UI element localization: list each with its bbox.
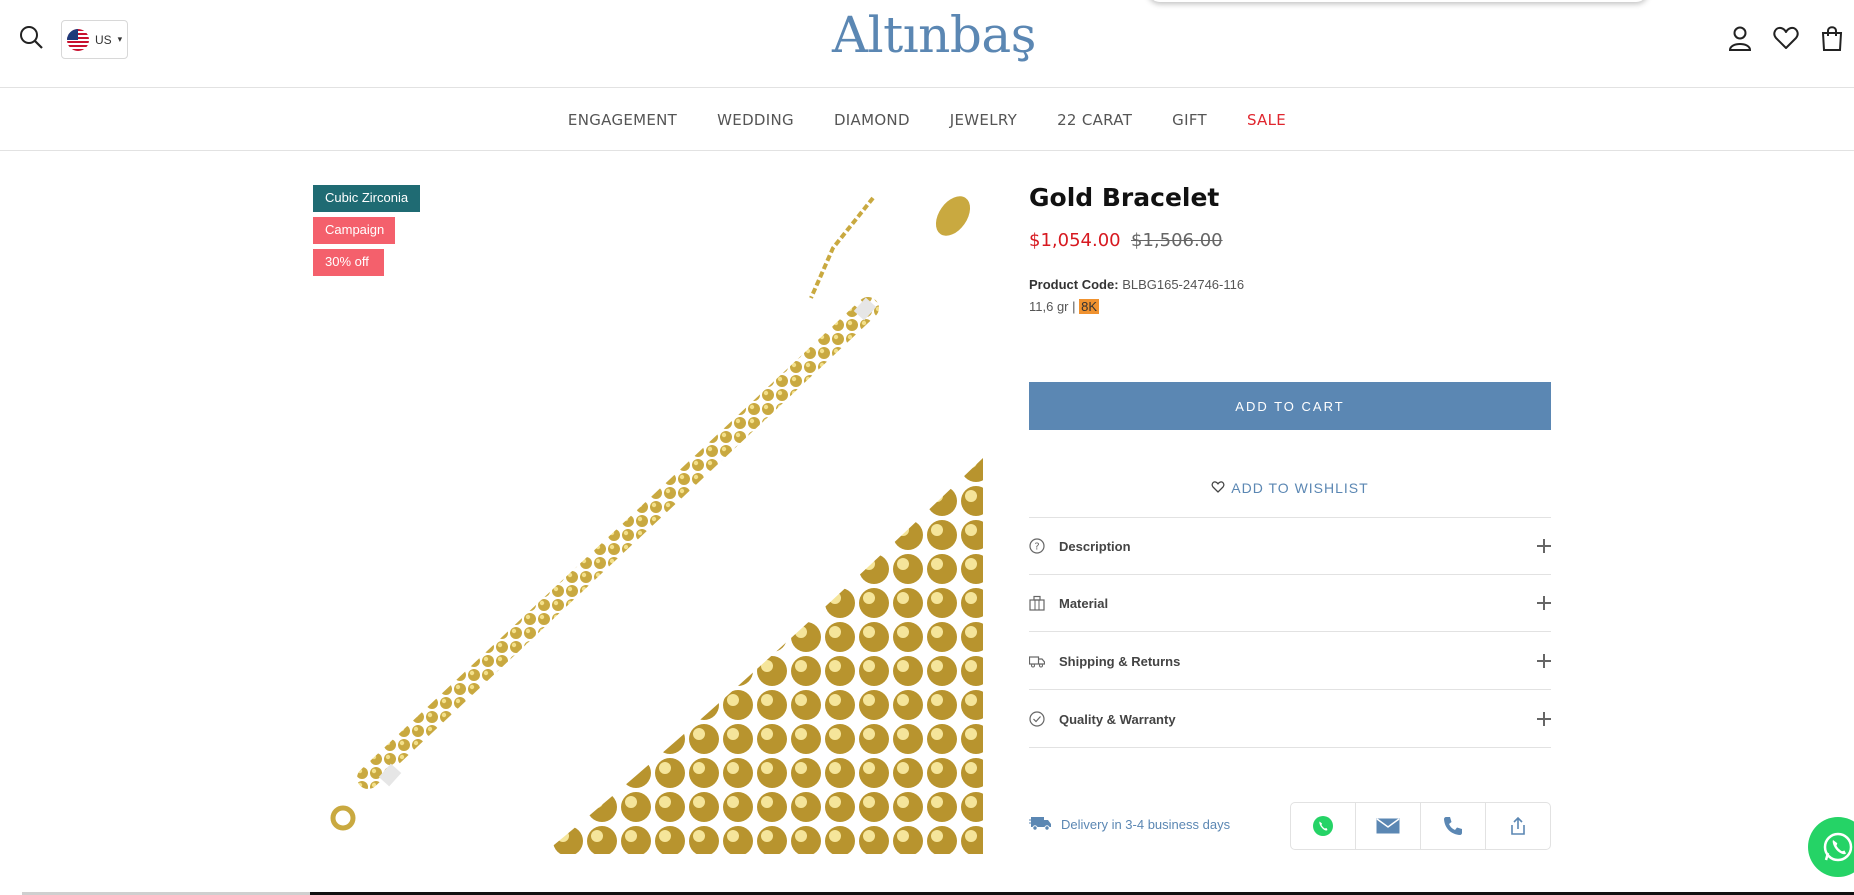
whatsapp-icon: [1313, 816, 1333, 836]
heart-icon[interactable]: [1772, 24, 1800, 52]
plus-icon: [1537, 596, 1551, 610]
mail-icon: [1376, 818, 1400, 834]
badge-discount: 30% off: [313, 249, 384, 276]
phone-icon: [1444, 817, 1462, 835]
product-code-value: BLBG165-24746-116: [1122, 277, 1245, 292]
whatsapp-icon: [1823, 832, 1853, 862]
us-flag-icon: [67, 28, 89, 51]
compare-price: $1,506.00: [1131, 230, 1223, 251]
accordion-material[interactable]: Material: [1029, 575, 1551, 631]
nav-item-diamond[interactable]: DIAMOND: [834, 111, 910, 129]
whatsapp-button[interactable]: [1291, 803, 1356, 849]
wishlist-label: ADD TO WISHLIST: [1231, 480, 1369, 496]
share-icon: [1511, 816, 1525, 835]
heart-outline-icon: [1211, 480, 1225, 496]
delivery-text: Delivery in 3-4 business days: [1061, 817, 1231, 832]
karat-badge: 8K: [1079, 299, 1100, 314]
product-code-row: Product Code: BLBG165-24746-116: [1029, 277, 1244, 292]
contact-share-group: [1290, 802, 1551, 850]
divider: [1029, 631, 1551, 632]
delivery-truck-icon: [1029, 815, 1053, 834]
add-to-wishlist-button[interactable]: ADD TO WISHLIST: [1029, 480, 1551, 496]
site-logo[interactable]: Altınbaş: [832, 6, 1036, 64]
accordion-label: Shipping & Returns: [1059, 653, 1181, 669]
product-code-label: Product Code:: [1029, 277, 1119, 292]
country-code: US: [95, 32, 112, 47]
bag-icon[interactable]: [1818, 24, 1846, 52]
svg-text:?: ?: [1034, 542, 1039, 553]
product-title: Gold Bracelet: [1029, 183, 1220, 212]
material-icon: [1029, 595, 1045, 611]
phone-button[interactable]: [1421, 803, 1486, 849]
weight-row: 11,6 gr | 8K: [1029, 299, 1100, 314]
plus-icon: [1537, 539, 1551, 553]
badge-cubic-zirconia: Cubic Zirconia: [313, 185, 420, 212]
site-header: US ▾ Altınbaş: [0, 0, 1854, 88]
accordion-label: Description: [1059, 538, 1131, 554]
truck-icon: [1028, 653, 1046, 669]
sale-price: $1,054.00: [1029, 230, 1121, 251]
main-nav: ENGAGEMENT WEDDING DIAMOND JEWELRY 22 CA…: [0, 89, 1854, 151]
badge-campaign: Campaign: [313, 217, 395, 244]
divider: [1029, 689, 1551, 690]
share-button[interactable]: [1486, 803, 1550, 849]
account-icon[interactable]: [1726, 24, 1754, 52]
nav-item-jewelry[interactable]: JEWELRY: [950, 111, 1017, 129]
nav-item-wedding[interactable]: WEDDING: [717, 111, 794, 129]
add-to-cart-button[interactable]: ADD TO CART: [1029, 382, 1551, 430]
product-image[interactable]: [313, 178, 983, 854]
chevron-down-icon: ▾: [117, 34, 123, 44]
divider: [1029, 747, 1551, 748]
weight-value: 11,6 gr |: [1029, 299, 1076, 314]
plus-icon: [1537, 654, 1551, 668]
accordion-label: Material: [1059, 595, 1109, 611]
nav-item-gift[interactable]: GIFT: [1172, 111, 1207, 129]
accordion-quality[interactable]: Quality & Warranty: [1029, 691, 1551, 747]
accordion-shipping[interactable]: Shipping & Returns: [1028, 633, 1551, 689]
product-badges: Cubic Zirconia Campaign 30% off: [313, 185, 420, 276]
whatsapp-chat-button[interactable]: [1808, 817, 1854, 877]
search-icon[interactable]: [18, 24, 44, 50]
check-circle-icon: [1029, 711, 1045, 727]
accordion-label: Quality & Warranty: [1059, 711, 1176, 727]
accordion-description[interactable]: ? Description: [1029, 518, 1551, 574]
email-button[interactable]: [1356, 803, 1421, 849]
nav-item-engagement[interactable]: ENGAGEMENT: [568, 111, 677, 129]
nav-item-22-carat[interactable]: 22 CARAT: [1057, 111, 1132, 129]
delivery-info: Delivery in 3-4 business days: [1029, 815, 1230, 834]
nav-item-sale[interactable]: SALE: [1247, 111, 1286, 129]
question-icon: ?: [1029, 538, 1045, 554]
plus-icon: [1537, 712, 1551, 726]
country-selector[interactable]: US ▾: [61, 20, 128, 59]
popup-edge: [1148, 0, 1648, 2]
